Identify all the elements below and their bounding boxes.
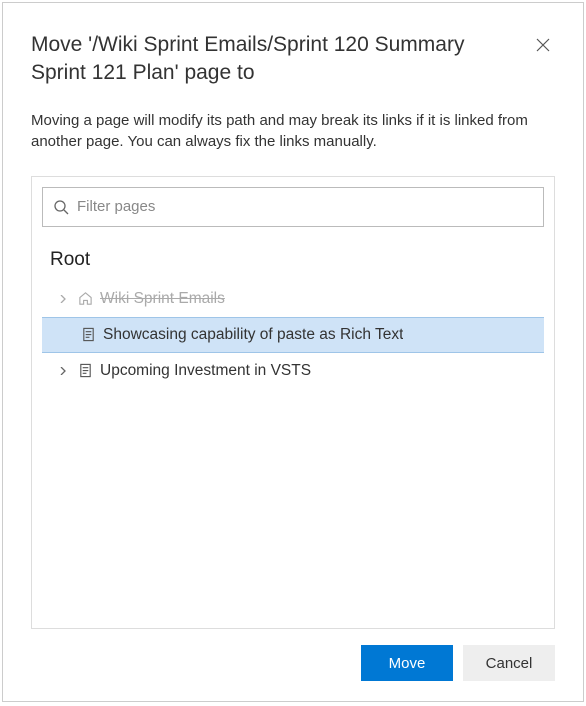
tree-root-label[interactable]: Root [42, 245, 544, 281]
page-tree: Root Wiki Sprint Emails [42, 245, 544, 389]
home-icon [77, 291, 93, 307]
page-icon [77, 363, 93, 379]
page-icon [80, 327, 96, 343]
tree-item-label: Upcoming Investment in VSTS [100, 362, 311, 380]
tree-item-wiki-sprint-emails: Wiki Sprint Emails [42, 281, 544, 317]
dialog-description: Moving a page will modify its path and m… [31, 110, 555, 152]
filter-field[interactable] [42, 187, 544, 227]
search-icon [53, 199, 69, 215]
filter-input[interactable] [77, 198, 533, 215]
chevron-right-icon [56, 295, 70, 303]
chevron-right-icon[interactable] [56, 367, 70, 375]
dialog-footer: Move Cancel [31, 645, 555, 681]
tree-item-showcasing[interactable]: Showcasing capability of paste as Rich T… [42, 317, 544, 353]
tree-item-label: Showcasing capability of paste as Rich T… [103, 326, 403, 344]
close-button[interactable] [531, 33, 555, 57]
tree-item-upcoming-investment[interactable]: Upcoming Investment in VSTS [42, 353, 544, 389]
cancel-button[interactable]: Cancel [463, 645, 555, 681]
tree-panel: Root Wiki Sprint Emails [31, 176, 555, 629]
dialog-title: Move '/Wiki Sprint Emails/Sprint 120 Sum… [31, 31, 521, 88]
dialog-header: Move '/Wiki Sprint Emails/Sprint 120 Sum… [31, 31, 555, 88]
close-icon [536, 38, 550, 52]
move-button[interactable]: Move [361, 645, 453, 681]
tree-item-label: Wiki Sprint Emails [100, 290, 225, 308]
move-page-dialog: Move '/Wiki Sprint Emails/Sprint 120 Sum… [2, 2, 584, 702]
